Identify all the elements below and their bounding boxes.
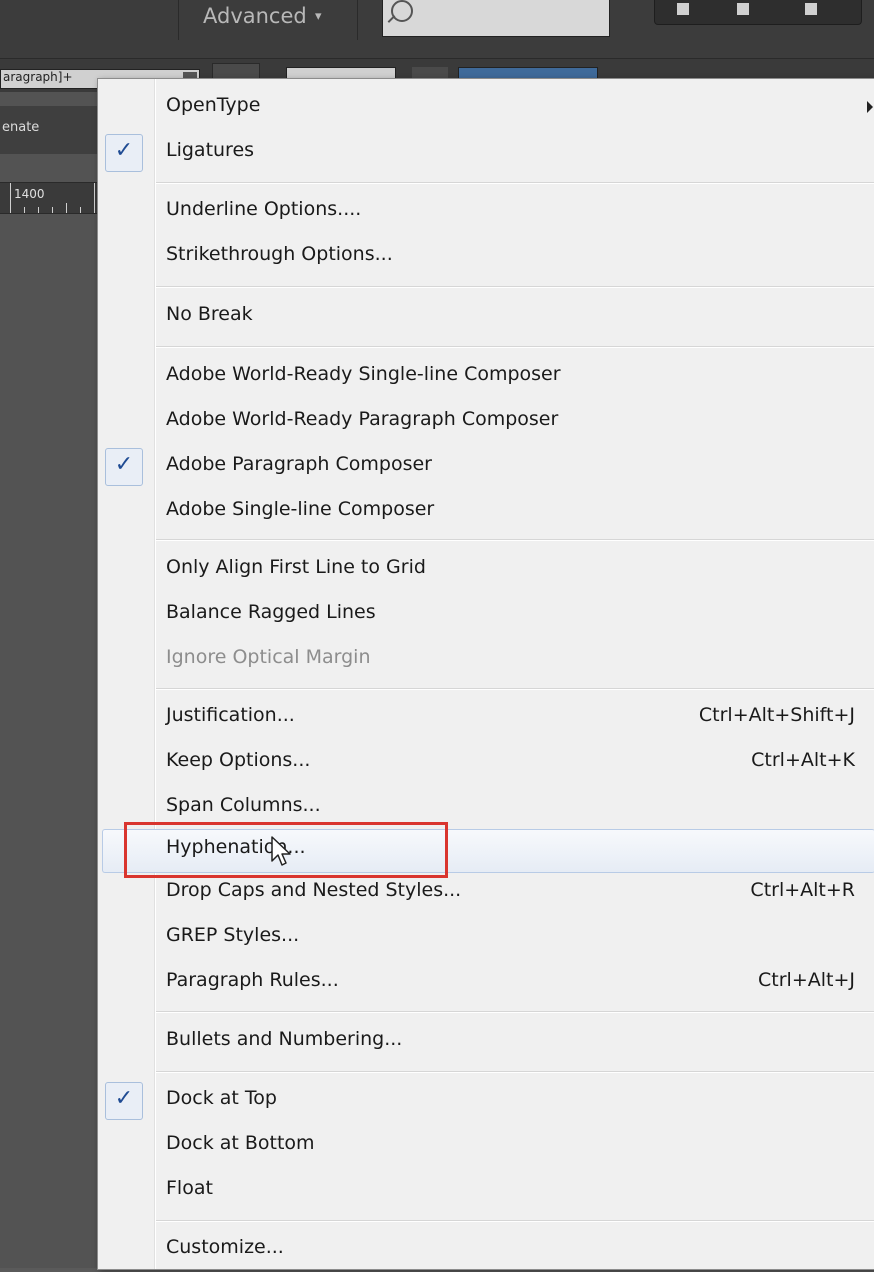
minimize-icon[interactable] — [677, 3, 689, 15]
hyphenate-label: enate — [2, 120, 40, 135]
checkmark-icon: ✓ — [105, 134, 143, 172]
menu-item-label: Drop Caps and Nested Styles... — [166, 879, 462, 901]
menu-item-label: Ignore Optical Margin — [166, 646, 371, 668]
horizontal-ruler[interactable]: 1400 — [0, 182, 108, 214]
menu-item-label: Strikethrough Options... — [166, 243, 393, 265]
menu-item-label: Justification... — [166, 704, 295, 726]
menu-separator — [156, 1011, 874, 1013]
checkmark-icon: ✓ — [105, 1082, 143, 1120]
menu-item-strikethrough-options[interactable]: Strikethrough Options... — [98, 235, 874, 279]
menu-item-label: Adobe Paragraph Composer — [166, 453, 432, 475]
workspace-label: Advanced — [203, 4, 307, 28]
menu-item-label: Dock at Bottom — [166, 1132, 315, 1154]
maximize-icon[interactable] — [737, 3, 749, 15]
menu-item-opentype[interactable]: OpenType — [98, 86, 874, 130]
menu-item-label: Ligatures — [166, 139, 255, 161]
menu-item-shortcut: Ctrl+Alt+J — [758, 969, 855, 991]
menu-item-align-first-line[interactable]: Only Align First Line to Grid — [98, 548, 874, 592]
menu-item-label: Adobe World-Ready Single-line Composer — [166, 363, 561, 385]
left-panel: enate 1400 — [0, 92, 108, 1268]
window-controls[interactable] — [654, 0, 862, 25]
workspace-switcher[interactable]: Advanced ▾ — [178, 0, 358, 40]
menu-item-label: Keep Options... — [166, 749, 311, 771]
menu-item-label: Dock at Top — [166, 1087, 277, 1109]
menu-separator — [156, 1220, 874, 1222]
menu-item-single-line-composer[interactable]: Adobe Single-line Composer — [98, 490, 874, 534]
menu-item-label: OpenType — [166, 94, 261, 116]
menu-item-label: Paragraph Rules... — [166, 969, 339, 991]
ruler-tick — [66, 203, 67, 213]
menu-item-world-ready-paragraph[interactable]: Adobe World-Ready Paragraph Composer — [98, 400, 874, 444]
menu-item-justification[interactable]: Justification... Ctrl+Alt+Shift+J — [98, 696, 874, 740]
menu-item-bullets-numbering[interactable]: Bullets and Numbering... — [98, 1020, 874, 1064]
search-icon — [391, 0, 413, 22]
submenu-arrow-icon — [867, 101, 873, 113]
menu-item-balance-ragged-lines[interactable]: Balance Ragged Lines — [98, 593, 874, 637]
menu-item-label: Float — [166, 1177, 213, 1199]
menu-item-ligatures[interactable]: ✓ Ligatures — [98, 131, 874, 175]
menu-item-ignore-optical-margin: Ignore Optical Margin — [98, 638, 874, 682]
menu-item-paragraph-rules[interactable]: Paragraph Rules... Ctrl+Alt+J — [98, 961, 874, 1005]
menu-item-keep-options[interactable]: Keep Options... Ctrl+Alt+K — [98, 741, 874, 785]
menu-item-label: Underline Options.... — [166, 198, 362, 220]
paragraph-panel-menu: OpenType ✓ Ligatures Underline Options..… — [97, 78, 874, 1270]
menu-item-label: Adobe Single-line Composer — [166, 498, 435, 520]
menu-item-dock-at-top[interactable]: ✓ Dock at Top — [98, 1079, 874, 1123]
menu-separator — [156, 539, 874, 541]
menu-item-label: Bullets and Numbering... — [166, 1028, 403, 1050]
ruler-value: 1400 — [14, 187, 45, 201]
ruler-tick — [38, 207, 39, 213]
close-icon[interactable] — [805, 3, 817, 15]
hyphenate-option[interactable]: enate — [0, 106, 108, 154]
menu-item-label: Balance Ragged Lines — [166, 601, 376, 623]
menu-separator — [156, 1071, 874, 1073]
menu-item-shortcut: Ctrl+Alt+K — [751, 749, 855, 771]
menu-item-label: No Break — [166, 303, 253, 325]
menu-item-dock-at-bottom[interactable]: Dock at Bottom — [98, 1124, 874, 1168]
menu-item-paragraph-composer[interactable]: ✓ Adobe Paragraph Composer — [98, 445, 874, 489]
menu-item-label: Adobe World-Ready Paragraph Composer — [166, 408, 559, 430]
menu-item-label: Customize... — [166, 1236, 284, 1258]
menu-item-world-ready-single-line[interactable]: Adobe World-Ready Single-line Composer — [98, 355, 874, 399]
menu-separator — [156, 286, 874, 288]
menu-item-shortcut: Ctrl+Alt+R — [750, 879, 855, 901]
ruler-tick — [94, 183, 95, 213]
ruler-tick — [24, 207, 25, 213]
help-search-input[interactable] — [382, 0, 610, 37]
ruler-tick — [80, 207, 81, 213]
checkmark-icon: ✓ — [105, 448, 143, 486]
menu-item-float[interactable]: Float — [98, 1169, 874, 1213]
menu-separator — [156, 346, 874, 348]
menu-item-grep-styles[interactable]: GREP Styles... — [98, 916, 874, 960]
application-bar: Advanced ▾ — [0, 0, 874, 58]
ruler-tick — [10, 183, 11, 213]
menu-item-label: Span Columns... — [166, 794, 321, 816]
ruler-tick — [52, 207, 53, 213]
menu-item-shortcut: Ctrl+Alt+Shift+J — [698, 704, 855, 726]
menu-item-no-break[interactable]: No Break — [98, 295, 874, 339]
menu-item-label: GREP Styles... — [166, 924, 300, 946]
menu-item-customize[interactable]: Customize... — [98, 1228, 874, 1272]
chevron-down-icon: ▾ — [315, 9, 322, 24]
mouse-cursor-icon — [271, 836, 291, 866]
menu-separator — [156, 182, 874, 184]
menu-item-underline-options[interactable]: Underline Options.... — [98, 190, 874, 234]
paragraph-style-value: aragraph]+ — [3, 70, 73, 84]
menu-separator — [156, 688, 874, 690]
menu-item-label: Only Align First Line to Grid — [166, 556, 426, 578]
